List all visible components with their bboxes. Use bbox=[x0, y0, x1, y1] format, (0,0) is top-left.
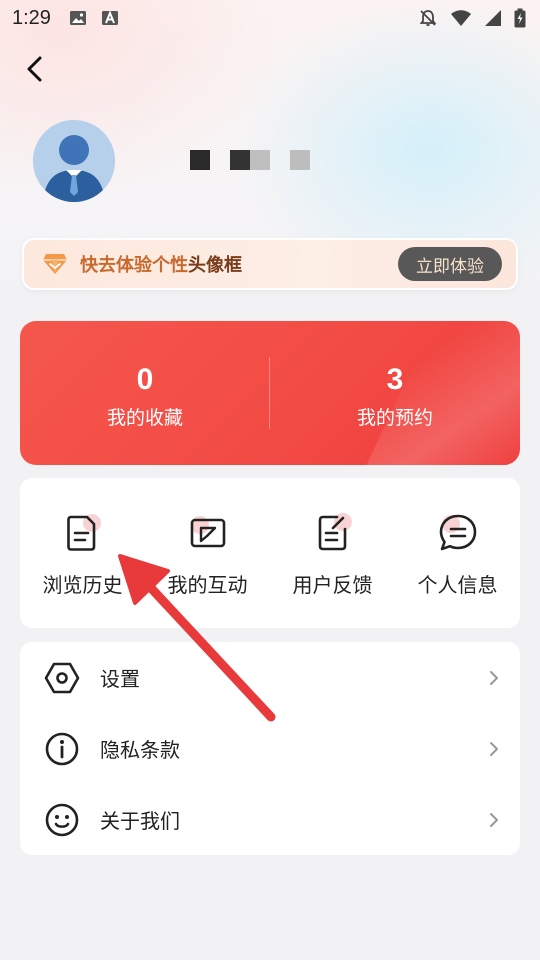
chat-info-icon bbox=[439, 514, 476, 551]
interaction-icon bbox=[190, 516, 225, 548]
menu-label-about-us: 关于我们 bbox=[100, 809, 180, 833]
grid-label-user-feedback: 用户反馈 bbox=[292, 573, 373, 597]
masked-char bbox=[230, 150, 250, 170]
avatar-icon bbox=[33, 120, 115, 202]
chevron-right-icon bbox=[490, 670, 498, 685]
favorites-stat[interactable]: 0 我的收藏 bbox=[20, 321, 270, 465]
history-doc-icon bbox=[66, 514, 101, 551]
masked-char bbox=[190, 150, 210, 170]
bell-off-icon bbox=[419, 10, 437, 26]
promo-text: 快去体验个性头像框 bbox=[80, 251, 242, 277]
status-bar: 1:29 bbox=[0, 0, 540, 36]
feedback-icon bbox=[318, 513, 352, 551]
reservations-stat[interactable]: 3 我的预约 bbox=[270, 321, 520, 465]
text-notification-icon bbox=[101, 10, 118, 25]
reservations-label: 我的预约 bbox=[356, 406, 433, 429]
grid-item-my-interaction[interactable]: 我的互动 bbox=[145, 478, 270, 628]
username-masked bbox=[190, 150, 310, 170]
settings-hexagon-icon bbox=[44, 662, 80, 693]
menu-label-privacy: 隐私条款 bbox=[100, 738, 180, 762]
grid-item-personal-info[interactable]: 个人信息 bbox=[395, 478, 520, 628]
chevron-right-icon bbox=[490, 741, 498, 756]
menu-item-privacy[interactable]: 隐私条款 bbox=[20, 713, 520, 784]
menu-item-settings[interactable]: 设置 bbox=[20, 642, 520, 713]
grid-item-user-feedback[interactable]: 用户反馈 bbox=[270, 478, 395, 628]
stats-card: 0 我的收藏 3 我的预约 bbox=[20, 321, 520, 465]
settings-menu: 设置 隐私条款 关于我们 bbox=[20, 642, 520, 855]
promo-text-prefix: 快去体验个性 bbox=[80, 255, 188, 275]
favorites-count: 0 bbox=[136, 362, 154, 396]
avatar[interactable] bbox=[33, 120, 115, 202]
avatar-frame-promo-banner[interactable]: 快去体验个性头像框 立即体验 bbox=[22, 238, 518, 290]
back-button[interactable] bbox=[18, 52, 52, 86]
promo-text-highlight: 头像框 bbox=[188, 255, 242, 275]
reservations-count: 3 bbox=[386, 362, 404, 396]
wifi-icon bbox=[451, 10, 471, 26]
menu-label-settings: 设置 bbox=[100, 667, 140, 691]
info-circle-icon bbox=[45, 732, 79, 765]
status-indicators bbox=[418, 8, 526, 28]
grid-label-my-interaction: 我的互动 bbox=[167, 573, 248, 597]
shortcut-grid: 浏览历史 我的互动 用户反馈 个人信息 bbox=[20, 478, 520, 628]
diamond-icon bbox=[43, 254, 67, 274]
grid-label-personal-info: 个人信息 bbox=[417, 573, 498, 597]
grid-label-browse-history: 浏览历史 bbox=[42, 573, 123, 597]
menu-item-about-us[interactable]: 关于我们 bbox=[20, 784, 520, 855]
masked-char bbox=[290, 150, 310, 170]
try-now-button[interactable]: 立即体验 bbox=[398, 247, 502, 281]
signal-icon bbox=[485, 10, 501, 26]
chevron-right-icon bbox=[490, 812, 498, 827]
favorites-label: 我的收藏 bbox=[106, 406, 183, 429]
smile-icon bbox=[45, 803, 79, 836]
grid-item-browse-history[interactable]: 浏览历史 bbox=[20, 478, 145, 628]
battery-charging-icon bbox=[514, 8, 526, 28]
masked-char bbox=[250, 150, 270, 170]
status-time: 1:29 bbox=[12, 6, 51, 29]
gallery-notification-icon bbox=[69, 11, 86, 25]
